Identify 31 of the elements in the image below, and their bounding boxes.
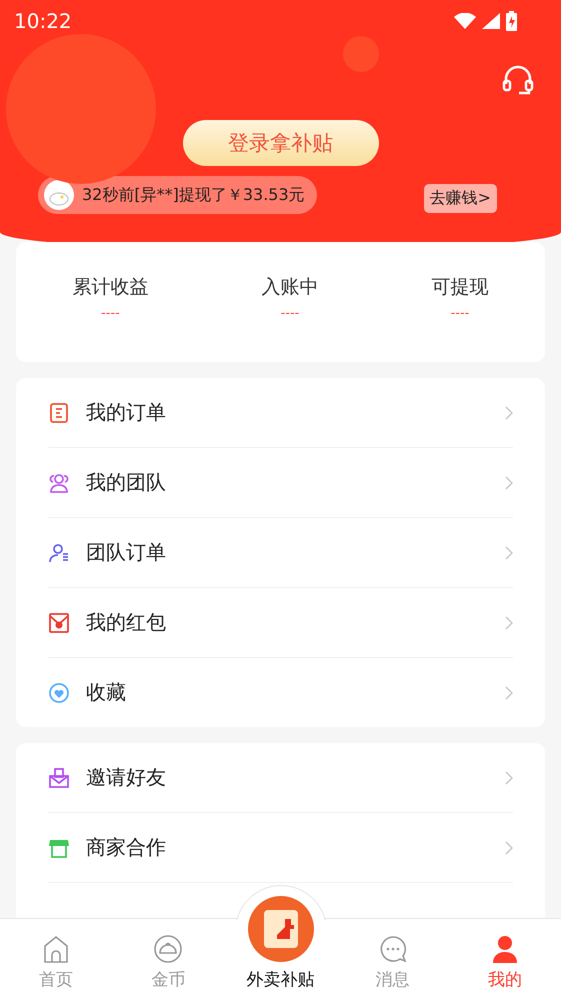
menu-item[interactable]: 团队订单	[48, 517, 513, 587]
stat-value: ----	[101, 306, 120, 321]
stat-value: ----	[280, 306, 300, 321]
stat-label: 入账中	[262, 275, 318, 300]
chevron-right-icon	[505, 770, 513, 784]
wifi-icon	[454, 13, 476, 29]
avatar-icon	[44, 180, 74, 210]
stat-label: 累计收益	[72, 275, 148, 300]
chevron-right-icon	[505, 406, 513, 420]
stat-label: 可提现	[432, 275, 488, 300]
chevron-right-icon	[505, 476, 513, 490]
tab-item[interactable]: 我的	[448, 919, 561, 999]
chevron-right-icon	[505, 546, 513, 560]
decorative-circle	[343, 36, 379, 72]
menu-item[interactable]: 我的订单	[48, 378, 513, 447]
ticker-text: 32秒前[异**]提现了￥33.53元	[82, 184, 305, 206]
stat-value: ----	[450, 306, 470, 321]
menu-item[interactable]: 商家合作	[48, 812, 513, 882]
chevron-right-icon	[505, 840, 513, 854]
menu-item[interactable]: 我的红包	[48, 587, 513, 657]
status-time: 10:22	[14, 9, 72, 33]
chevron-right-icon	[505, 686, 513, 700]
signal-icon	[482, 13, 500, 29]
scooter-badge-icon	[246, 895, 314, 963]
earn-tooltip[interactable]: 去赚钱>	[424, 184, 497, 213]
battery-icon	[506, 11, 517, 31]
menu-item[interactable]: 我的团队	[48, 447, 513, 517]
chat-icon	[378, 934, 408, 964]
chevron-right-icon	[505, 616, 513, 630]
menu-item[interactable]: 收藏	[48, 657, 513, 727]
menu-item[interactable]: 邀请好友	[48, 743, 513, 812]
